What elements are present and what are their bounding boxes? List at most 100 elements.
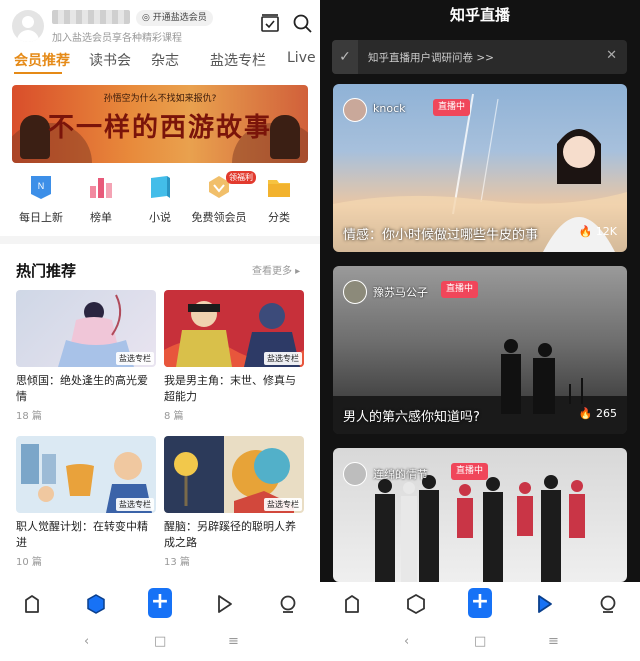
svg-text:N: N: [38, 181, 45, 191]
quick-entry-label: 免费领会员: [191, 211, 247, 224]
live-title: 情感：你小时候做过哪些牛皮的事: [343, 228, 539, 243]
live-card[interactable]: 连绵的情节 直播中: [333, 448, 627, 582]
page-title: 知乎直播: [449, 6, 510, 24]
user-header: ◎ 开通盐选会员 加入盐选会员享各种精彩课程: [0, 0, 320, 48]
card-title: 职人觉醒计划：在转变中精进: [16, 520, 148, 549]
tab-live[interactable]: Live: [287, 50, 316, 66]
checkin-icon[interactable]: [259, 12, 281, 34]
membership-icon[interactable]: [404, 592, 428, 616]
host-avatar: [343, 98, 367, 122]
host-name: 连绵的情节: [373, 468, 428, 481]
card-title: 醒脑：另辟蹊径的聪明人养成之路: [164, 520, 296, 549]
check-icon: ✓: [332, 40, 358, 74]
card-cover: 盐选专栏: [16, 290, 156, 367]
menu-icon[interactable]: ≡: [228, 634, 239, 649]
column-card[interactable]: 盐选专栏 我是男主角：末世、修真与超能力 8 篇: [164, 290, 304, 422]
promo-banner[interactable]: 孙悟空为什么不找如来报仇? 不一样的西游故事: [12, 85, 308, 163]
card-count: 13 篇: [164, 557, 190, 568]
tab-book-club[interactable]: 读书会: [89, 50, 131, 70]
bottom-tab-bar: +: [320, 582, 640, 626]
category-tabs: 会员推荐 读书会 杂志 盐选专栏 Live: [0, 50, 320, 76]
survey-text: 知乎直播用户调研问卷 >>: [368, 52, 494, 64]
quick-entry-row: N 每日上新 榜单 小说 领福利 免费领会员 分类: [0, 171, 320, 230]
quick-entry-novel[interactable]: 小说: [128, 174, 192, 225]
card-cover: 盐选专栏: [164, 290, 304, 367]
video-icon[interactable]: [532, 592, 556, 616]
bottom-tab-bar: +: [0, 582, 320, 626]
quick-entry-label: 榜单: [90, 211, 112, 224]
close-icon[interactable]: ✕: [606, 48, 617, 63]
live-screen: 知乎直播 ✓ 知乎直播用户调研问卷 >> ✕ knock 直播中 情感：你小时候…: [320, 0, 640, 661]
back-icon[interactable]: ‹: [84, 634, 89, 649]
back-icon[interactable]: ‹: [404, 634, 409, 649]
card-tag: 盐选专栏: [264, 498, 302, 511]
heat-value: 265: [596, 407, 617, 420]
daily-new-icon: N: [28, 174, 54, 200]
banner-subtitle: 孙悟空为什么不找如来报仇?: [103, 94, 217, 104]
category-icon: [266, 174, 292, 200]
column-card[interactable]: 盐选专栏 醒脑：另辟蹊径的聪明人养成之路 13 篇: [164, 436, 304, 568]
fire-icon: 🔥: [578, 225, 593, 238]
quick-entry-label: 每日上新: [19, 211, 63, 224]
quick-entry-label: 分类: [268, 211, 290, 224]
create-button[interactable]: +: [148, 588, 172, 618]
open-vip-label: 开通盐选会员: [152, 13, 207, 23]
card-tag: 盐选专栏: [264, 352, 302, 365]
section-divider: [0, 236, 320, 244]
video-icon[interactable]: [212, 592, 236, 616]
profile-icon[interactable]: [596, 592, 620, 616]
create-button[interactable]: +: [468, 588, 492, 618]
ranking-icon: [88, 174, 114, 200]
system-nav-bar: ‹ □ ≡: [0, 626, 320, 661]
membership-icon[interactable]: [84, 592, 108, 616]
heat-count: 🔥 265: [579, 407, 617, 420]
card-count: 8 篇: [164, 411, 184, 422]
profile-icon[interactable]: [276, 592, 300, 616]
live-badge: 直播中: [433, 99, 471, 116]
card-cover: 盐选专栏: [16, 436, 156, 513]
home-icon[interactable]: [340, 592, 364, 616]
avatar[interactable]: [12, 10, 44, 42]
card-count: 18 篇: [16, 411, 42, 422]
card-title: 思倾国：绝处逢生的高光爱情: [16, 374, 148, 403]
home-square-icon[interactable]: □: [474, 634, 486, 649]
card-title: 我是男主角：末世、修真与超能力: [164, 374, 296, 403]
tab-column[interactable]: 盐选专栏: [210, 50, 266, 70]
search-icon[interactable]: [291, 12, 313, 34]
membership-screen: ◎ 开通盐选会员 加入盐选会员享各种精彩课程 会员推荐 读书会 杂志 盐选专栏 …: [0, 0, 320, 661]
see-more-link[interactable]: 查看更多 ▸: [252, 262, 300, 277]
quick-entry-ranking[interactable]: 榜单: [69, 174, 133, 225]
heat-value: 12K: [595, 225, 617, 238]
host-avatar: [343, 462, 367, 486]
quick-entry-free-vip[interactable]: 领福利 免费领会员: [187, 171, 256, 225]
card-count: 10 篇: [16, 557, 42, 568]
heat-count: 🔥 12K: [579, 225, 617, 238]
host-avatar: [343, 280, 367, 304]
quick-entry-label: 小说: [149, 211, 171, 224]
system-nav-bar: ‹ □ ≡: [320, 626, 640, 661]
live-title: 男人的第六感你知道吗?: [343, 410, 480, 425]
host-name: knock: [373, 102, 406, 115]
column-card[interactable]: 盐选专栏 思倾国：绝处逢生的高光爱情 18 篇: [16, 290, 156, 422]
live-card[interactable]: 豫苏马公子 直播中 男人的第六感你知道吗? 🔥 265: [333, 266, 627, 434]
tab-magazine[interactable]: 杂志: [151, 50, 179, 70]
card-tag: 盐选专栏: [116, 498, 154, 511]
live-card[interactable]: knock 直播中 情感：你小时候做过哪些牛皮的事 🔥 12K: [333, 84, 627, 252]
tab-member-recommend[interactable]: 会员推荐: [14, 50, 70, 70]
live-badge: 直播中: [441, 281, 479, 298]
host-name: 豫苏马公子: [373, 286, 428, 299]
home-square-icon[interactable]: □: [154, 634, 166, 649]
username-blurred: [52, 10, 130, 24]
column-card[interactable]: 盐选专栏 职人觉醒计划：在转变中精进 10 篇: [16, 436, 156, 568]
vip-icon: ◎: [142, 13, 150, 23]
home-icon[interactable]: [20, 592, 44, 616]
live-badge: 直播中: [451, 463, 489, 480]
quick-entry-daily-new[interactable]: N 每日上新: [9, 174, 73, 225]
menu-icon[interactable]: ≡: [548, 634, 559, 649]
card-tag: 盐选专栏: [116, 352, 154, 365]
open-vip-button[interactable]: ◎ 开通盐选会员: [136, 10, 213, 26]
quick-entry-category[interactable]: 分类: [247, 174, 311, 225]
header-subtitle: 加入盐选会员享各种精彩课程: [52, 33, 182, 44]
banner-title: 不一样的西游故事: [47, 113, 272, 143]
survey-banner[interactable]: ✓ 知乎直播用户调研问卷 >> ✕: [332, 40, 627, 74]
